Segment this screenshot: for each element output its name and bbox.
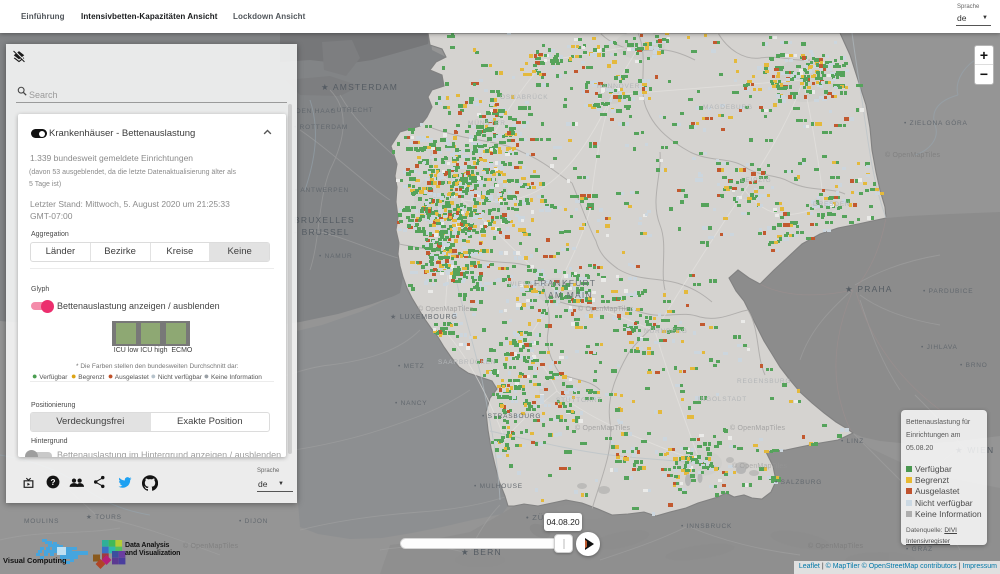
svg-text:?: ? [51,478,56,487]
